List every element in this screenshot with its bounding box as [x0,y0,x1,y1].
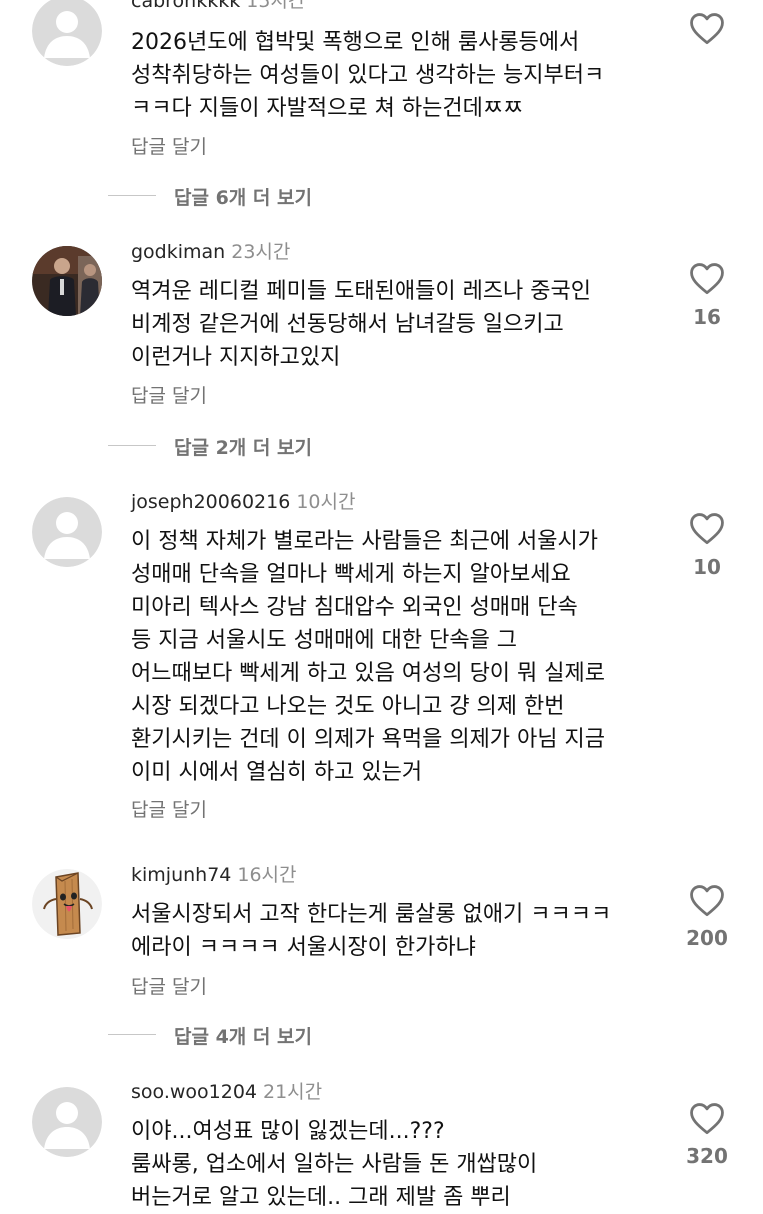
comment-text-line: 룸싸롱, 업소에서 일하는 사람들 돈 개쌉많이 [131,1152,538,1177]
timestamp: 21시간 [263,1081,323,1103]
comment-text-line: 이 정책 자체가 별로라는 사람들은 최근에 서울시가 [131,529,599,554]
username[interactable]: cabronkkkk [131,0,240,12]
comment-text-line: 환기시키는 건데 이 의제가 욕먹을 의제가 아님 지금 [131,727,605,752]
username[interactable]: godkiman [131,241,225,263]
username[interactable]: joseph20060216 [131,491,290,513]
comment-text-line: 역겨운 레디컬 페미들 도태된애들이 레즈나 중국인 [131,279,592,304]
default-avatar-icon [32,1087,102,1157]
comment-meta: cabronkkkk 15시간 [131,0,305,13]
reply-button[interactable]: 답글 달기 [131,381,207,408]
avatar[interactable] [32,497,102,567]
comment-text: 이야...여성표 많이 잃겠는데...??? 룸싸롱, 업소에서 일하는 사람들… [131,1115,537,1214]
heart-icon[interactable] [688,261,726,295]
reply-button[interactable]: 답글 달기 [131,132,207,159]
timestamp: 10시간 [296,491,356,513]
timestamp: 15시간 [246,0,306,12]
username[interactable]: soo.woo1204 [131,1081,257,1103]
comment-text-line: 시장 되겠다고 나오는 것도 아니고 걍 의제 한번 [131,694,565,719]
comment-text: 이 정책 자체가 별로라는 사람들은 최근에 서울시가 성매매 단속을 얼마나 … [131,525,605,789]
heart-icon[interactable] [688,11,726,45]
comment-text-line: 에라이 ㅋㅋㅋㅋ 서울시장이 한가하냐 [131,935,476,960]
comment-text-line: 버는거로 알고 있는데.. 그래 제발 좀 뿌리 [131,1185,511,1210]
comment-text-line: 어느때보다 빡세게 하고 있음 여성의 당이 뭐 실제로 [131,661,605,686]
view-more-replies-label: 답글 4개 더 보기 [174,1026,312,1048]
avatar[interactable] [32,869,102,939]
like-count: 10 [693,555,721,579]
comment-text-line: 2026년도에 협박및 폭행으로 인해 룸사롱등에서 [131,30,580,55]
view-more-replies-label: 답글 6개 더 보기 [174,187,312,209]
like-count: 200 [686,926,728,950]
heart-icon[interactable] [688,883,726,917]
comment-meta: kimjunh74 16시간 [131,863,297,887]
view-more-replies-label: 답글 2개 더 보기 [174,437,312,459]
comment-text-line: 서울시장되서 고작 한다는게 룸살롱 없애기 ㅋㅋㅋㅋ [131,902,612,927]
like-count: 320 [686,1144,728,1168]
timestamp: 23시간 [231,241,291,263]
avatar[interactable] [32,1087,102,1157]
comment-text-line: 이미 시에서 열심히 하고 있는거 [131,760,423,785]
comment-text-line: 비계정 같은거에 선동당해서 남녀갈등 일으키고 [131,312,564,337]
comment-text: 역겨운 레디컬 페미들 도태된애들이 레즈나 중국인 비계정 같은거에 선동당해… [131,275,591,374]
reply-button[interactable]: 답글 달기 [131,795,207,822]
comment-text-line: 성착취당하는 여성들이 있다고 생각하는 능지부터ㅋ [131,63,605,88]
reply-button[interactable]: 답글 달기 [131,972,207,999]
heart-icon[interactable] [688,1101,726,1135]
avatar[interactable] [32,246,102,316]
comment-text-line: 이런거나 지지하고있지 [131,345,341,370]
divider [108,195,156,196]
comment-text: 2026년도에 협박및 폭행으로 인해 룸사롱등에서 성착취당하는 여성들이 있… [131,26,604,125]
default-avatar-icon [32,0,102,66]
cartoon-avatar [32,869,102,939]
avatar[interactable] [32,0,102,66]
comment-text: 서울시장되서 고작 한다는게 룸살롱 없애기 ㅋㅋㅋㅋ 에라이 ㅋㅋㅋㅋ 서울시… [131,898,611,964]
photo-avatar [32,246,102,316]
comment-text-line: 이야...여성표 많이 잃겠는데...??? [131,1119,445,1144]
comment-text-line: 등 지금 서울시도 성매매에 대한 단속을 그 [131,628,518,653]
comment-text-line: ㅋㅋ다 지들이 자발적으로 쳐 하는건데ㅉㅉ [131,96,524,121]
username[interactable]: kimjunh74 [131,864,231,886]
default-avatar-icon [32,497,102,567]
comment-meta: soo.woo1204 21시간 [131,1080,322,1104]
timestamp: 16시간 [237,864,297,886]
divider [108,1034,156,1035]
comment-meta: joseph20060216 10시간 [131,490,355,514]
heart-icon[interactable] [688,511,726,545]
comment-text-line: 성매매 단속을 얼마나 빡세게 하는지 알아보세요 [131,562,571,587]
comment-text-line: 미아리 텍사스 강남 침대압수 외국인 성매매 단속 [131,595,578,620]
divider [108,445,156,446]
comment-meta: godkiman 23시간 [131,240,290,264]
like-count: 16 [693,305,721,329]
